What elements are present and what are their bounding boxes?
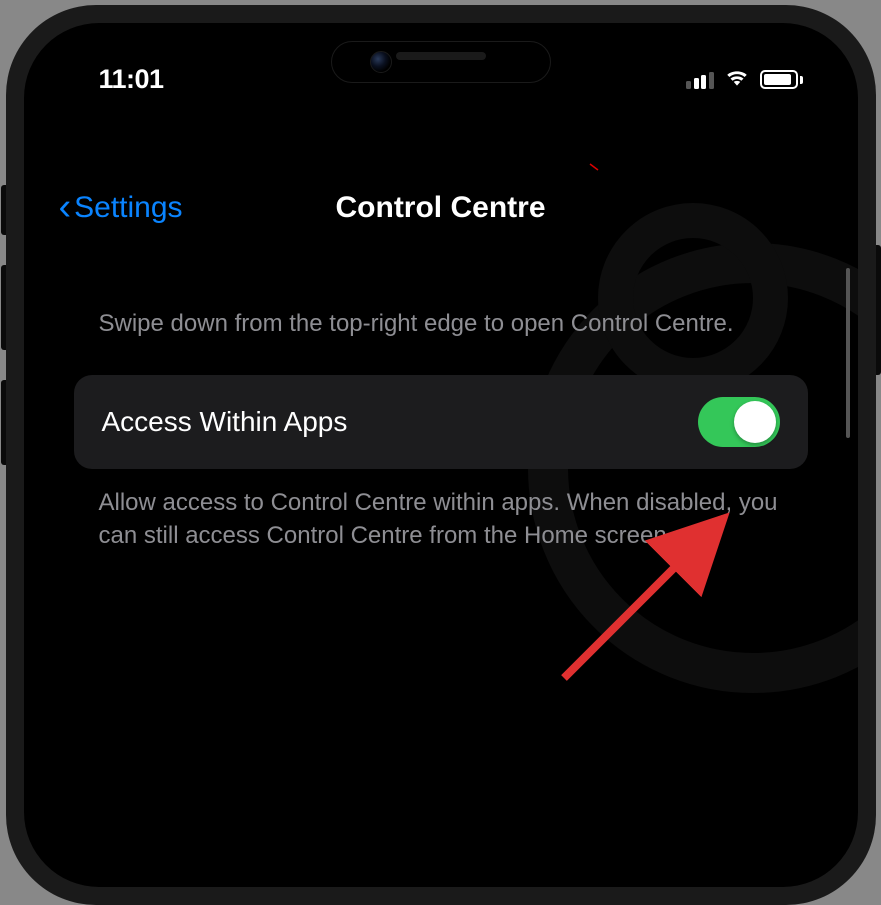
volume-up-button [1,265,6,350]
mute-switch [1,185,6,235]
speaker-grille [396,52,486,60]
section-header-text: Swipe down from the top-right edge to op… [74,243,808,365]
scroll-indicator[interactable] [846,268,850,438]
wifi-icon [724,67,750,92]
access-within-apps-row[interactable]: Access Within Apps [74,375,808,469]
nav-bar: ‹ Settings Control Centre [24,178,858,238]
power-button [876,245,881,375]
chevron-left-icon: ‹ [59,186,72,229]
status-icons [686,67,803,92]
side-buttons-left [1,185,6,495]
toggle-knob [734,401,776,443]
phone-frame: 11:01 [6,5,876,905]
dynamic-island [331,41,551,83]
battery-icon [760,70,803,89]
annotation-mark [589,158,599,166]
volume-down-button [1,380,6,465]
back-button[interactable]: ‹ Settings [59,188,183,229]
access-within-apps-toggle[interactable] [698,397,780,447]
content-area: Swipe down from the top-right edge to op… [24,243,858,570]
section-footer-text: Allow access to Control Centre within ap… [74,469,808,570]
status-time: 11:01 [99,64,164,95]
back-label: Settings [74,191,182,225]
setting-label: Access Within Apps [102,406,348,438]
front-camera [370,51,392,73]
cellular-signal-icon [686,71,714,89]
screen: 11:01 [24,23,858,887]
